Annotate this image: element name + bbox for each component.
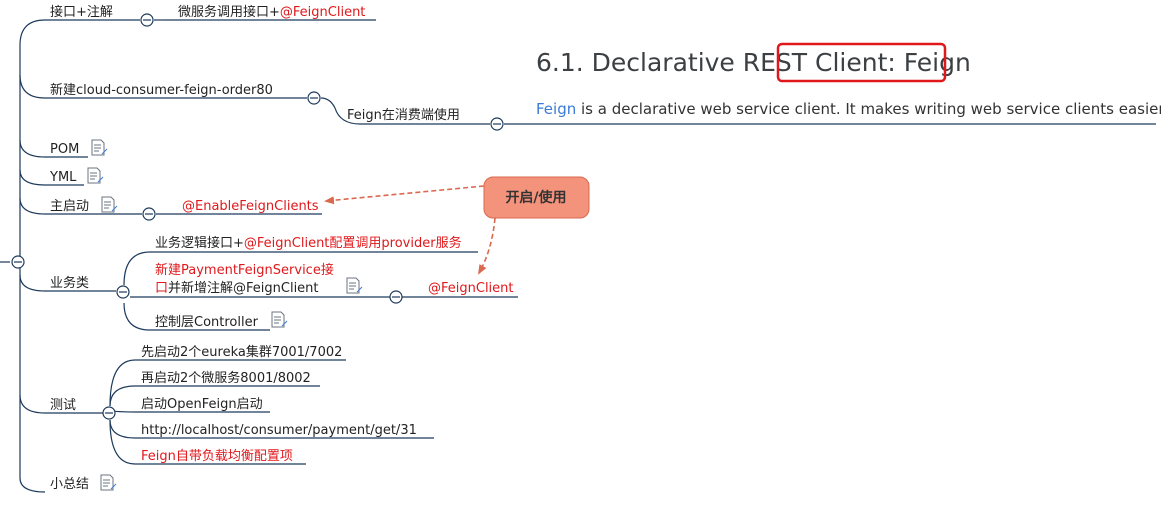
collapse-toggle-icon[interactable] bbox=[490, 117, 504, 131]
node-business-interface[interactable]: 业务逻辑接口+@FeignClient配置调用provider服务 bbox=[155, 235, 462, 251]
collapse-toggle-icon[interactable] bbox=[142, 207, 156, 221]
node-new-service-line1[interactable]: 新建PaymentFeignService接 bbox=[155, 262, 334, 278]
node-microservice-call-prefix: 微服务调用接口+ bbox=[178, 4, 280, 20]
node-feign-client-tag: @FeignClient bbox=[280, 5, 366, 20]
node-business-class[interactable]: 业务类 bbox=[50, 275, 89, 291]
doc-snippet: 6.1. Declarative REST Client: Feign Feig… bbox=[536, 42, 1161, 118]
doc-body: Feign is a declarative web service clien… bbox=[536, 100, 1161, 118]
node-new-module[interactable]: 新建cloud-consumer-feign-order80 bbox=[50, 82, 273, 98]
callout-label: 开启/使用 bbox=[505, 189, 566, 206]
callout-arrow-feign-client bbox=[478, 217, 496, 275]
collapse-toggle-icon[interactable] bbox=[389, 290, 403, 304]
node-new-service-line2-rest: 并新增注解@FeignClient bbox=[168, 280, 319, 296]
node-pom[interactable]: POM bbox=[50, 142, 79, 157]
collapse-toggle-icon[interactable] bbox=[307, 91, 321, 105]
doc-heading: 6.1. Declarative REST Client: Feign bbox=[536, 48, 971, 77]
node-test-step3[interactable]: 启动OpenFeign启动 bbox=[141, 397, 263, 412]
node-new-service-line2-red: 口 bbox=[155, 281, 168, 296]
node-test-step1[interactable]: 先启动2个eureka集群7001/7002 bbox=[141, 344, 342, 360]
node-test[interactable]: 测试 bbox=[50, 398, 76, 413]
node-feign-client-leaf[interactable]: @FeignClient bbox=[428, 281, 514, 296]
node-test-step4[interactable]: http://localhost/consumer/payment/get/31 bbox=[141, 423, 417, 438]
doc-heading-highlight: Client: Feign bbox=[815, 48, 971, 77]
node-microservice-call[interactable]: 微服务调用接口+@FeignClient bbox=[178, 4, 365, 20]
node-enable-feign-clients[interactable]: @EnableFeignClients bbox=[182, 199, 319, 214]
note-icon[interactable] bbox=[346, 277, 363, 294]
node-interface-annotation[interactable]: 接口+注解 bbox=[50, 4, 113, 20]
note-icon[interactable] bbox=[91, 139, 108, 156]
mindmap-canvas: 接口+注解 微服务调用接口+@FeignClient 新建cloud-consu… bbox=[0, 4, 1161, 493]
node-summary[interactable]: 小总结 bbox=[50, 477, 89, 492]
node-main-boot[interactable]: 主启动 bbox=[50, 199, 89, 214]
node-test-step5[interactable]: Feign自带负载均衡配置项 bbox=[141, 449, 293, 464]
node-yml[interactable]: YML bbox=[49, 170, 77, 185]
doc-body-text: is a declarative web service client. It … bbox=[576, 100, 1161, 118]
note-icon[interactable] bbox=[87, 167, 104, 184]
node-test-step2[interactable]: 再启动2个微服务8001/8002 bbox=[141, 370, 311, 386]
doc-heading-prefix: 6.1. Declarative REST bbox=[536, 48, 815, 77]
node-controller-layer[interactable]: 控制层Controller bbox=[155, 315, 259, 330]
note-icon[interactable] bbox=[271, 311, 288, 328]
node-consumer-side[interactable]: Feign在消费端使用 bbox=[347, 107, 460, 123]
note-icon[interactable] bbox=[101, 196, 118, 213]
note-icon[interactable] bbox=[100, 474, 117, 491]
collapse-toggle-icon[interactable] bbox=[140, 13, 154, 27]
collapse-toggle-icon[interactable] bbox=[102, 406, 116, 420]
node-business-interface-red: @FeignClient配置调用provider服务 bbox=[244, 235, 462, 251]
callout-arrow-enable bbox=[324, 185, 485, 205]
node-new-service-line2[interactable]: 口并新增注解@FeignClient bbox=[155, 280, 319, 296]
collapse-toggle-icon[interactable] bbox=[11, 255, 25, 269]
collapse-toggle-icon[interactable] bbox=[116, 285, 130, 299]
doc-body-link[interactable]: Feign bbox=[536, 100, 576, 118]
node-business-interface-prefix: 业务逻辑接口+ bbox=[155, 235, 244, 251]
callout: 开启/使用 bbox=[324, 176, 590, 275]
